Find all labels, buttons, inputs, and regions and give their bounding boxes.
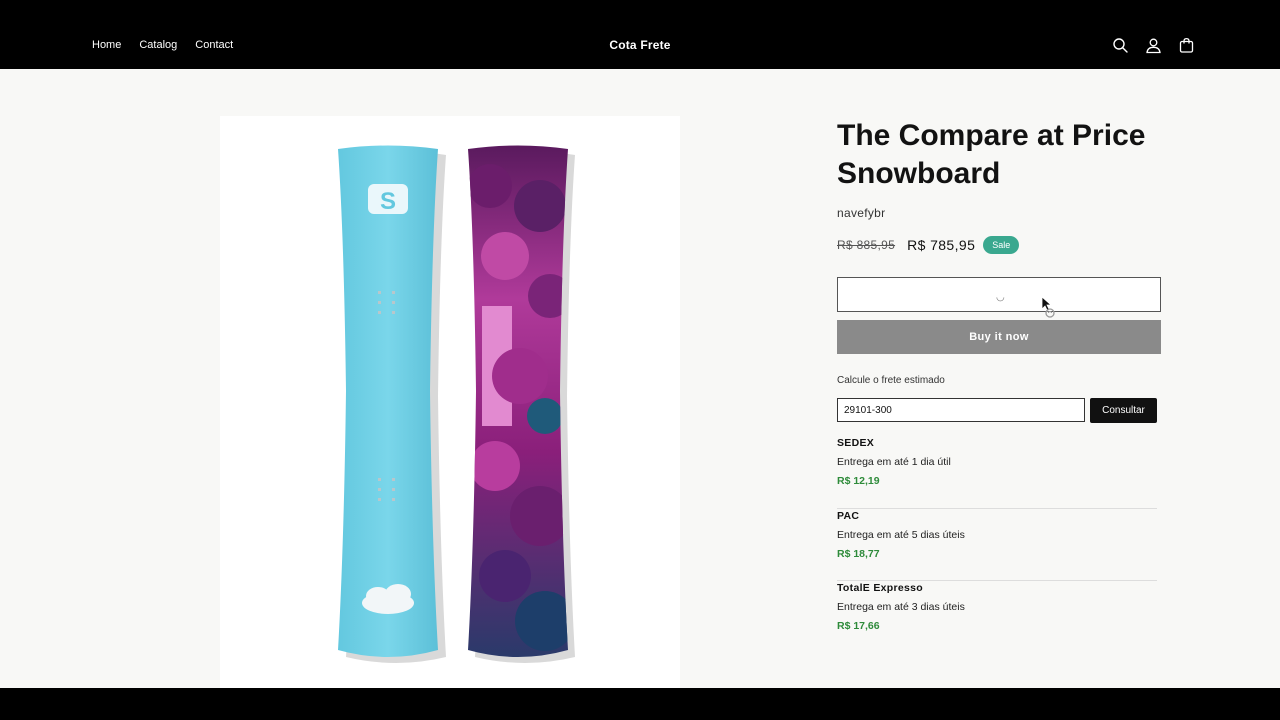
- product-image[interactable]: S: [220, 116, 680, 688]
- shipping-rate-item: TotalE Expresso Entrega em até 3 dias út…: [837, 581, 1157, 654]
- rate-delivery: Entrega em até 5 dias úteis: [837, 528, 965, 541]
- shipping-rate-item: PAC Entrega em até 5 dias úteis R$ 18,77: [837, 509, 1157, 581]
- svg-text:S: S: [380, 188, 396, 215]
- header-icons: [1112, 37, 1195, 54]
- snowboards-illustration: S: [338, 145, 575, 663]
- rate-delivery: Entrega em até 1 dia útil: [837, 456, 951, 468]
- cart-icon[interactable]: [1178, 37, 1195, 54]
- freight-label: Calcule o frete estimado: [837, 375, 945, 386]
- product-vendor: navefybr: [837, 206, 886, 220]
- cep-input[interactable]: [837, 398, 1085, 422]
- rate-price: R$ 18,77: [837, 547, 880, 560]
- compare-at-price: R$ 885,95: [837, 238, 896, 252]
- site-header: Home Catalog Contact Cota Frete: [0, 0, 1280, 69]
- nav-contact-link[interactable]: Contact: [195, 39, 233, 51]
- add-to-cart-button[interactable]: ◡: [837, 277, 1161, 312]
- blue-snowboard: [338, 145, 438, 657]
- rate-price: R$ 12,19: [837, 475, 880, 487]
- sale-price: R$ 785,95: [907, 237, 976, 253]
- buy-it-now-button[interactable]: Buy it now: [837, 320, 1161, 354]
- shipping-rate-item: SEDEX Entrega em até 1 dia útil R$ 12,19: [837, 436, 1157, 509]
- shipping-rates-list: SEDEX Entrega em até 1 dia útil R$ 12,19…: [837, 436, 1157, 654]
- search-icon[interactable]: [1112, 37, 1129, 54]
- store-logo-text[interactable]: Cota Frete: [609, 38, 670, 52]
- product-section: S The Compare at Price Snowboard navefyb…: [0, 69, 1280, 688]
- product-title: The Compare at Price Snowboard: [837, 119, 1146, 190]
- rate-name: SEDEX: [837, 437, 875, 449]
- nav-home-link[interactable]: Home: [92, 39, 121, 51]
- rate-name: TotalE Expresso: [837, 582, 923, 594]
- rate-name: PAC: [837, 509, 860, 522]
- consultar-button[interactable]: Consultar: [1090, 398, 1157, 423]
- loading-spinner-icon: ◡: [996, 292, 1005, 303]
- nav-catalog-link[interactable]: Catalog: [139, 39, 177, 51]
- price-row: R$ 885,95 R$ 785,95 Sale: [837, 236, 1020, 254]
- main-nav: Home Catalog Contact: [92, 39, 233, 51]
- rate-delivery: Entrega em até 3 dias úteis: [837, 601, 965, 613]
- rate-price: R$ 17,66: [837, 620, 880, 632]
- sale-badge: Sale: [983, 236, 1020, 254]
- account-icon[interactable]: [1145, 37, 1162, 54]
